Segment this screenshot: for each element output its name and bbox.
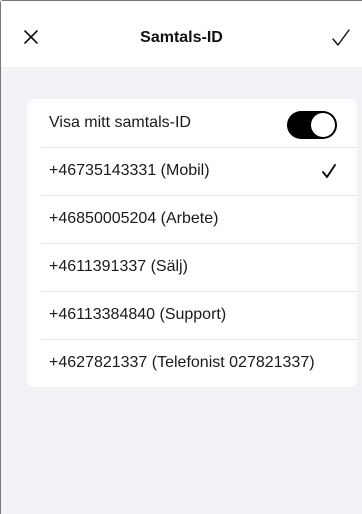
toggle-knob [311, 113, 335, 137]
number-option-telefonist[interactable]: +4627821337 (Telefonist 027821337) [27, 339, 357, 387]
number-option-label: +46735143331 (Mobil) [49, 162, 210, 179]
number-option-label: +46113384840 (Support) [49, 306, 227, 323]
settings-card: Visa mitt samtals-ID +46735143331 (Mobil… [27, 99, 357, 387]
show-caller-id-toggle[interactable] [287, 111, 337, 139]
number-option-support[interactable]: +46113384840 (Support) [27, 291, 357, 339]
number-option-label: +46850005204 (Arbete) [49, 210, 219, 227]
checkmark-icon [321, 163, 337, 179]
number-option-label: +4627821337 (Telefonist 027821337) [49, 354, 315, 371]
caller-id-screen: Samtals-ID Visa mitt samtals-ID +4673514… [0, 0, 362, 514]
navigation-bar: Samtals-ID [1, 1, 362, 67]
number-option-arbete[interactable]: +46850005204 (Arbete) [27, 195, 357, 243]
number-option-mobil[interactable]: +46735143331 (Mobil) [27, 147, 357, 195]
number-option-label: +4611391337 (Sälj) [49, 258, 188, 275]
number-option-salj[interactable]: +4611391337 (Sälj) [27, 243, 357, 291]
show-caller-id-row[interactable]: Visa mitt samtals-ID [27, 99, 357, 147]
page-title: Samtals-ID [140, 29, 223, 46]
checkmark-icon[interactable] [330, 27, 352, 49]
